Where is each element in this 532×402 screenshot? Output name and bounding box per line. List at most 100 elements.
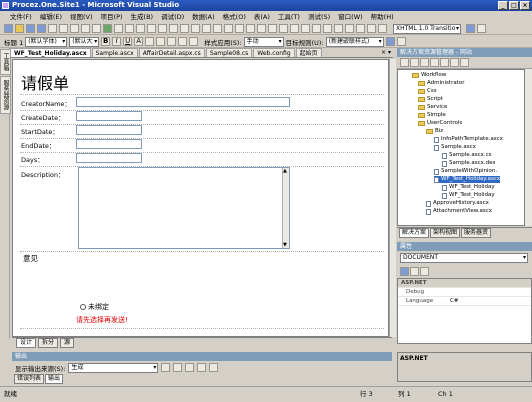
startdate-input[interactable] [76, 125, 142, 135]
start-debug-icon[interactable] [103, 24, 112, 33]
tree-item[interactable]: Biz [426, 128, 443, 135]
menu-project[interactable]: 项目(P) [97, 11, 127, 23]
highlight-icon[interactable] [145, 37, 155, 46]
tree-scrollbar[interactable] [525, 69, 532, 226]
maximize-button[interactable]: □ [509, 1, 519, 10]
toolbar-icon-9[interactable] [213, 24, 222, 33]
tree-item[interactable]: UserControls [418, 120, 462, 127]
asp-config-icon[interactable] [460, 58, 469, 67]
toolbar-icon-6[interactable] [180, 24, 189, 33]
toolbar-icon-16[interactable] [290, 24, 299, 33]
doc-tab-wf-test-holiday[interactable]: WF_Test_Holiday.ascx [10, 48, 91, 57]
menu-view[interactable]: 视图(V) [66, 11, 97, 23]
toolbar-icon-5[interactable] [169, 24, 178, 33]
tree-item[interactable]: Simple [418, 112, 446, 119]
word-wrap-icon[interactable] [209, 363, 219, 372]
font-size-select[interactable]: (默认大 [69, 36, 100, 47]
undo-icon[interactable] [81, 24, 90, 33]
categorized-icon[interactable] [400, 266, 409, 276]
toolbar-icon-12[interactable] [246, 24, 255, 33]
split-view-tab[interactable]: 拆分 [38, 338, 59, 348]
tree-item[interactable]: Service [418, 104, 447, 111]
createdate-input[interactable] [76, 111, 142, 121]
close-tab-icon[interactable]: × ▾ [381, 48, 391, 57]
refresh-icon[interactable] [410, 58, 419, 67]
error-list-tab[interactable]: 错误列表 [14, 373, 45, 384]
copy-icon[interactable] [59, 24, 68, 33]
menu-format[interactable]: 格式(O) [219, 11, 250, 23]
toolbar-icon-22[interactable] [356, 24, 365, 33]
server-explorer-tab[interactable]: 服务器资源 [0, 76, 11, 114]
toolbar-icon-21[interactable] [345, 24, 354, 33]
previous-message-icon[interactable] [173, 363, 183, 372]
tree-item[interactable]: Workflow [412, 72, 446, 79]
properties-object-select[interactable]: DOCUMENT [400, 253, 528, 263]
menu-test[interactable]: 测试(S) [304, 11, 334, 23]
property-category[interactable]: ASP.NET [398, 279, 531, 288]
tree-item[interactable]: Sample.ascx [434, 144, 476, 151]
target-rule-select[interactable]: (新建嵌联样式) [325, 36, 384, 47]
close-button[interactable]: × [520, 1, 530, 10]
tree-item[interactable]: Sample.ascx.des [442, 160, 495, 167]
description-textarea[interactable] [78, 167, 290, 249]
creatorname-input[interactable] [76, 97, 290, 107]
tree-item[interactable]: Sample.ascx.cs [442, 152, 492, 159]
menu-table[interactable]: 表(A) [250, 11, 274, 23]
minimize-button[interactable]: _ [498, 1, 508, 10]
textarea-scrollbar[interactable] [282, 168, 289, 248]
solution-explorer-tab[interactable]: 解决方案 [399, 228, 430, 238]
new-project-icon[interactable] [4, 24, 13, 33]
menu-window[interactable]: 窗口(W) [334, 11, 367, 23]
output-source-select[interactable]: 生成 [68, 362, 159, 373]
output-tab[interactable]: 输出 [45, 373, 64, 384]
font-color-icon[interactable]: A [134, 37, 144, 46]
property-row-language[interactable]: Language C# [398, 297, 531, 306]
unbound-radio[interactable]: 未绑定 [80, 302, 109, 312]
toolbar-icon-8[interactable] [202, 24, 211, 33]
class-view-tab[interactable]: 架构视图 [430, 228, 461, 238]
underline-icon[interactable]: U [123, 37, 133, 46]
tree-item[interactable]: Css [418, 88, 437, 95]
days-input[interactable] [76, 153, 142, 163]
toolbar-icon-26[interactable] [396, 37, 406, 46]
tree-item[interactable]: ApproveHistory.ascx [426, 200, 489, 207]
menu-tools[interactable]: 工具(T) [274, 11, 304, 23]
italic-icon[interactable]: I [112, 37, 122, 46]
menu-debug[interactable]: 调试(D) [157, 11, 188, 23]
design-view-tab[interactable]: 设计 [16, 338, 37, 348]
menu-help[interactable]: 帮助(H) [367, 11, 398, 23]
toolbar-icon-24[interactable] [378, 24, 387, 33]
doc-tab-affairdetail[interactable]: AffairDetail.aspx.cs [138, 48, 205, 57]
menu-edit[interactable]: 编辑(E) [36, 11, 66, 23]
source-view-tab[interactable]: 源 [60, 338, 75, 348]
align-icon[interactable] [156, 37, 166, 46]
enddate-input[interactable] [76, 139, 142, 149]
toolbar-icon-18[interactable] [312, 24, 321, 33]
redo-icon[interactable] [92, 24, 101, 33]
tree-item[interactable]: WF_Test_Holiday [442, 184, 495, 191]
property-row-debug[interactable]: Debug [398, 288, 531, 297]
style-mode-select[interactable]: 手动 [243, 36, 284, 47]
toolbar-icon-1[interactable] [125, 24, 134, 33]
doc-tab-sample08[interactable]: Sample08.cs [205, 48, 253, 57]
toolbar-icon-13[interactable] [257, 24, 266, 33]
property-pages-icon[interactable] [420, 266, 429, 276]
nest-files-icon[interactable] [420, 58, 429, 67]
toolbar-icon-14[interactable] [268, 24, 277, 33]
design-surface[interactable]: 请假单 CreatorName： CreateDate： StartDate： … [12, 59, 389, 337]
font-select[interactable]: (默认字体) [25, 36, 68, 47]
toolbar-icon-4[interactable] [158, 24, 167, 33]
bullets-icon[interactable] [167, 37, 177, 46]
toolbar-icon-23[interactable] [367, 24, 376, 33]
toolbar-icon-15[interactable] [279, 24, 288, 33]
menu-file[interactable]: 文件(F) [6, 11, 36, 23]
tree-item[interactable]: Script [418, 96, 443, 103]
toolbar-icon-11[interactable] [235, 24, 244, 33]
goto-location-icon[interactable] [161, 363, 171, 372]
toolbar-icon-20[interactable] [334, 24, 343, 33]
editor-vertical-scrollbar[interactable] [389, 59, 396, 337]
server-explorer-tab-right[interactable]: 服务器资 [461, 228, 492, 238]
tree-item[interactable]: AttachmentView.ascx [426, 208, 492, 215]
open-file-icon[interactable] [15, 24, 24, 33]
properties-icon[interactable] [400, 58, 409, 67]
